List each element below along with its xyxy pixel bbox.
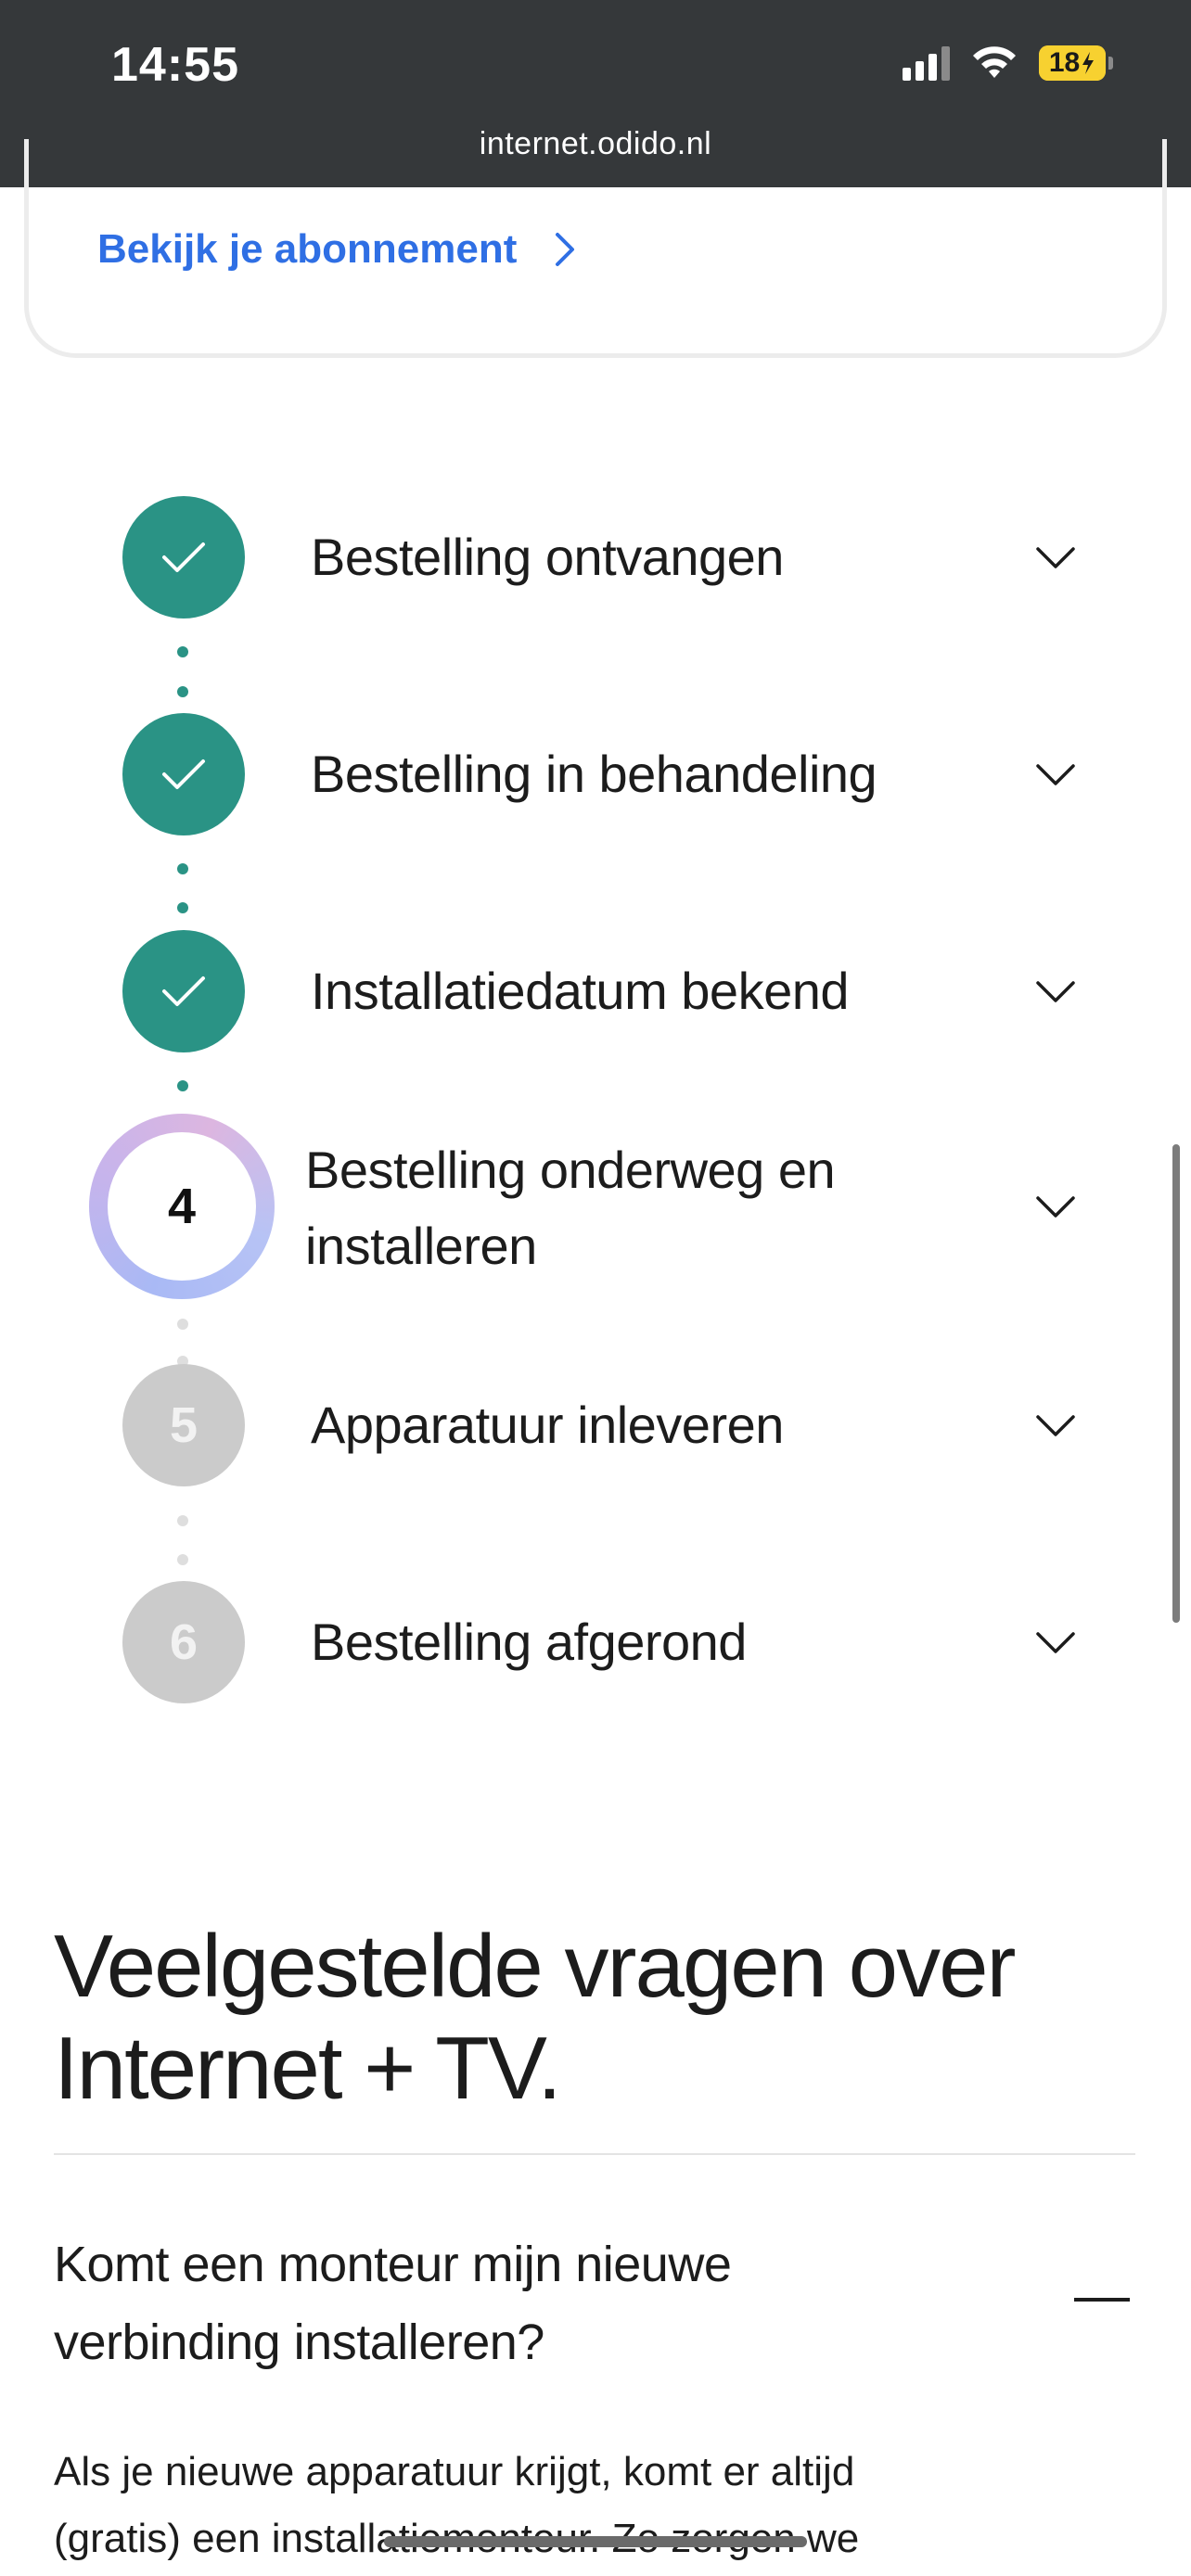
- step-label: Bestelling ontvangen: [311, 528, 784, 586]
- step-completed-check-icon: [122, 713, 245, 835]
- step-order-received[interactable]: Bestelling ontvangen: [0, 496, 1191, 618]
- faq-title-line1: Veelgestelde vragen over: [54, 1917, 1016, 2016]
- step-connector-dot: [177, 646, 188, 657]
- step-label: Installatiedatum bekend: [311, 962, 850, 1020]
- step-installation-date-known[interactable]: Installatiedatum bekend: [0, 930, 1191, 1052]
- faq-question-line1: Komt een monteur mijn nieuwe: [54, 2237, 732, 2292]
- faq-item-installer[interactable]: Komt een monteur mijn nieuwe verbinding …: [54, 2225, 1135, 2381]
- chevron-down-icon: [1036, 1632, 1075, 1653]
- faq-answer-line1: Als je nieuwe apparatuur krijgt, komt er…: [54, 2449, 855, 2494]
- faq-divider: [54, 2153, 1135, 2155]
- step-order-completed[interactable]: 6 Bestelling afgerond: [0, 1581, 1191, 1703]
- chevron-down-icon: [1036, 764, 1075, 785]
- chevron-down-icon: [1036, 1196, 1075, 1218]
- chevron-down-icon: [1036, 547, 1075, 568]
- step-return-equipment[interactable]: 5 Apparatuur inleveren: [0, 1364, 1191, 1486]
- step-connector-dot: [177, 686, 188, 697]
- step-completed-check-icon: [122, 930, 245, 1052]
- faq-title: Veelgestelde vragen over Internet + TV.: [54, 1916, 1148, 2120]
- step-label: Bestelling in behandeling: [311, 745, 877, 803]
- step-number: 6: [122, 1581, 245, 1703]
- status-icons: 18: [903, 45, 1113, 82]
- faq-title-line2: Internet + TV.: [54, 2019, 562, 2118]
- step-connector-dot: [177, 902, 188, 913]
- battery-icon: 18: [1039, 45, 1113, 81]
- chevron-down-icon: [1036, 981, 1075, 1002]
- step-current-indicator: 4: [89, 1114, 275, 1299]
- cellular-signal-icon: [903, 45, 950, 81]
- step-number: 4: [108, 1132, 256, 1281]
- step-connector-dot: [177, 1319, 188, 1330]
- scrollbar[interactable]: [1172, 1144, 1180, 1623]
- collapse-minus-icon[interactable]: [1074, 2298, 1130, 2302]
- step-label: Bestelling afgerond: [311, 1613, 747, 1671]
- step-number: 5: [122, 1364, 245, 1486]
- view-subscription-label: Bekijk je abonnement: [97, 226, 518, 272]
- faq-question: Komt een monteur mijn nieuwe verbinding …: [54, 2225, 944, 2381]
- battery-level: 18: [1048, 47, 1081, 78]
- faq-answer: Als je nieuwe apparatuur krijgt, komt er…: [54, 2439, 1135, 2572]
- step-completed-check-icon: [122, 496, 245, 618]
- view-subscription-link[interactable]: Bekijk je abonnement: [97, 226, 578, 273]
- wifi-icon: [970, 45, 1018, 82]
- step-label: Apparatuur inleveren: [311, 1396, 784, 1454]
- chevron-right-icon: [556, 233, 575, 266]
- home-indicator[interactable]: [384, 2536, 807, 2547]
- step-connector-dot: [177, 863, 188, 874]
- chevron-down-icon: [1036, 1415, 1075, 1436]
- step-delivery-and-installation[interactable]: 4 Bestelling onderweg en installeren: [0, 1114, 1191, 1299]
- status-time: 14:55: [111, 38, 239, 92]
- step-connector-dot: [177, 1080, 188, 1091]
- faq-question-line2: verbinding installeren?: [54, 2315, 544, 2370]
- step-connector-dot: [177, 1554, 188, 1565]
- step-label-line1: Bestelling onderweg en: [305, 1141, 836, 1199]
- step-label-line2: installeren: [305, 1217, 537, 1275]
- step-order-processing[interactable]: Bestelling in behandeling: [0, 713, 1191, 835]
- step-connector-dot: [177, 1515, 188, 1526]
